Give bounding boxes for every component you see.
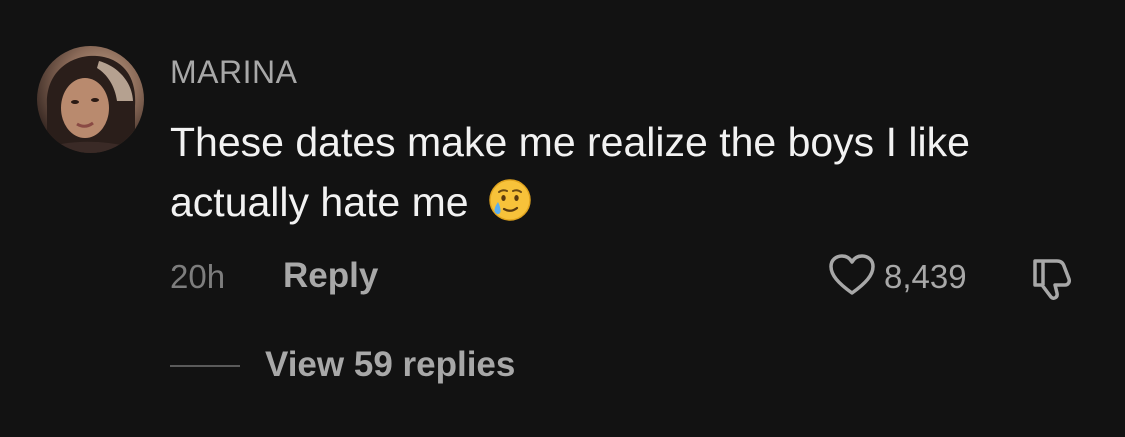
view-replies-button[interactable]: View 59 replies <box>265 344 515 386</box>
reply-button[interactable]: Reply <box>283 255 378 297</box>
like-button[interactable]: 8,439 <box>828 253 967 301</box>
replies-divider <box>170 365 240 367</box>
dislike-button[interactable] <box>1027 253 1077 303</box>
avatar[interactable] <box>37 46 144 153</box>
heart-outline-icon[interactable] <box>828 253 876 302</box>
like-count: 8,439 <box>884 258 967 295</box>
thumbs-down-icon[interactable] <box>1027 259 1077 307</box>
comment-timestamp: 20h <box>170 258 226 295</box>
comment-text: These dates make me realize the boys I l… <box>170 119 970 225</box>
comment-username[interactable]: MARINA <box>170 52 297 92</box>
comment-body: These dates make me realize the boys I l… <box>170 112 1100 232</box>
comment-item: MARINA These dates make me realize the b… <box>0 0 1125 437</box>
crying-face-with-smile-emoji <box>488 178 532 222</box>
